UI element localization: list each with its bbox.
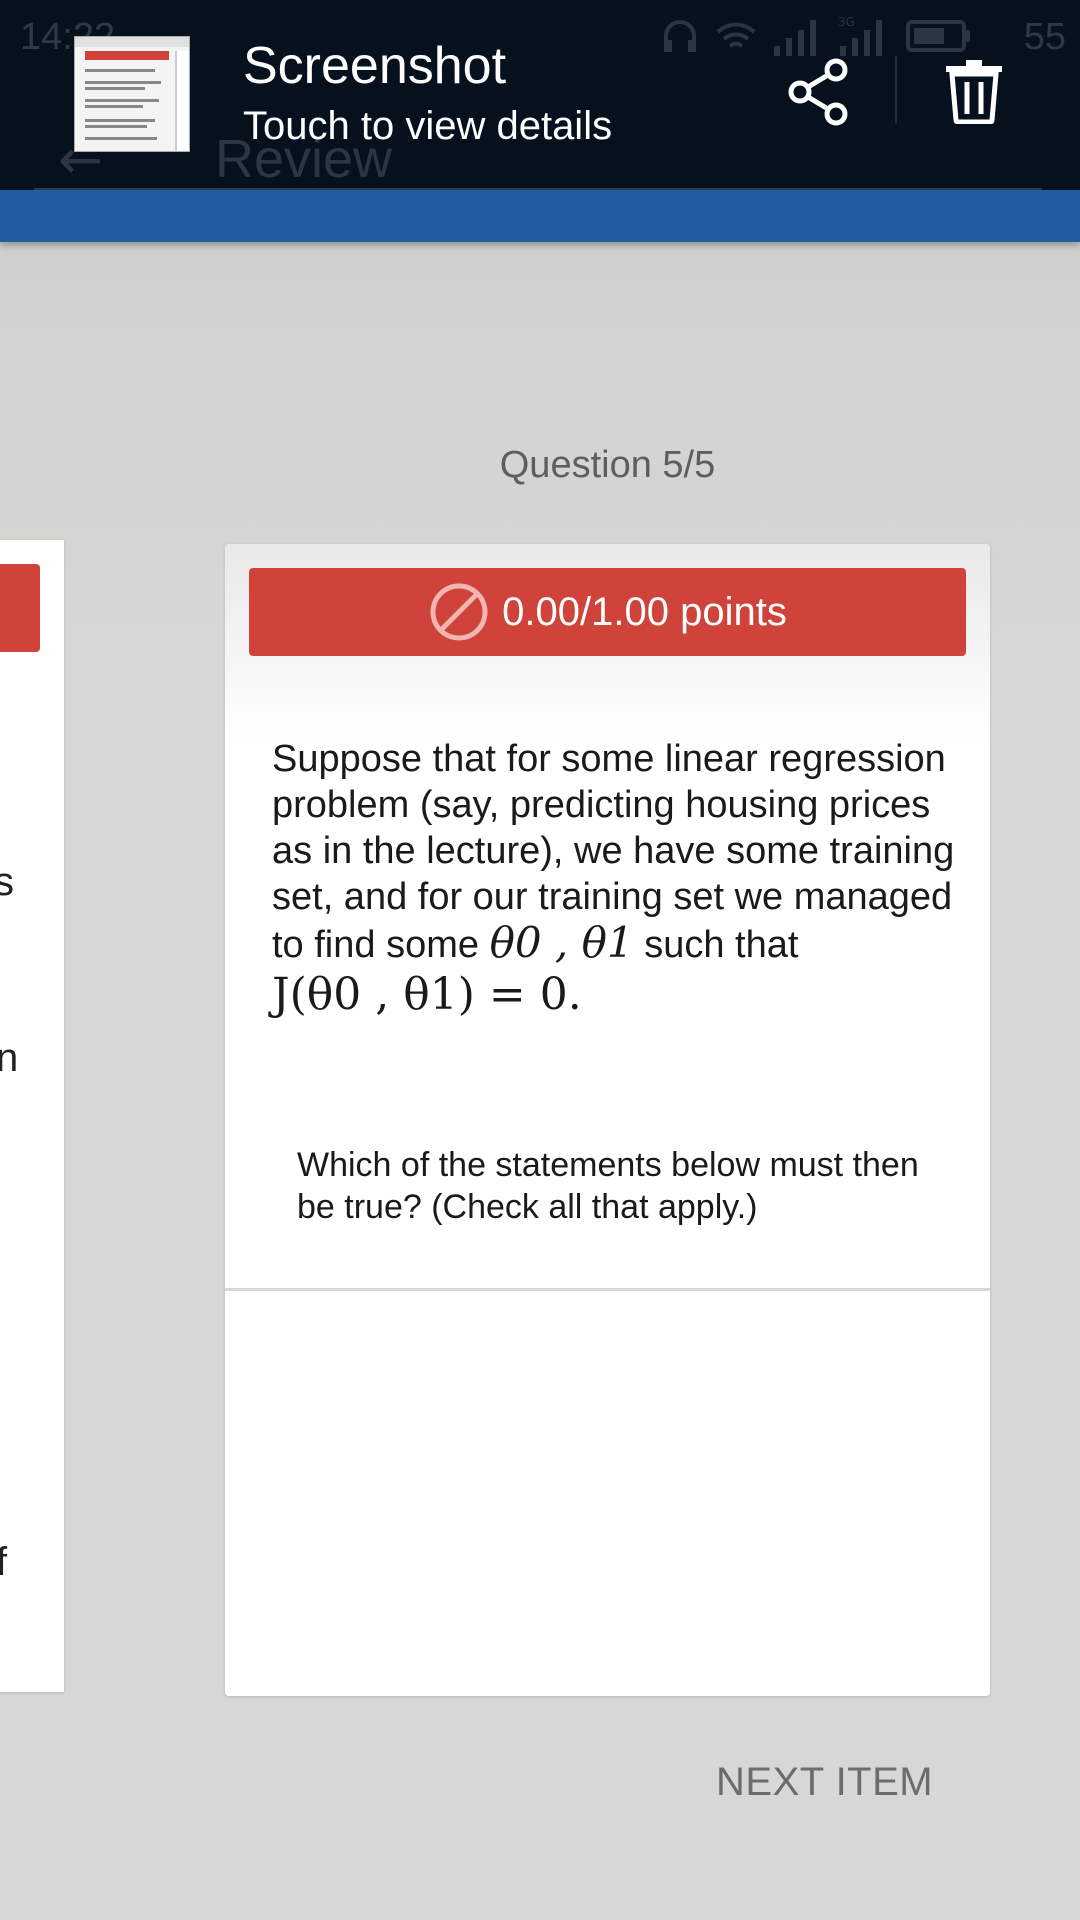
app-bar <box>0 190 1080 242</box>
headset-icon <box>664 20 696 52</box>
previous-question-card[interactable] <box>0 540 64 1692</box>
question-text: Suppose that for some linear regression … <box>272 736 962 1018</box>
previous-score-bar <box>0 564 40 652</box>
peek-text: s <box>0 860 14 904</box>
no-entry-icon <box>430 583 488 641</box>
signal-icon <box>774 20 816 56</box>
question-prompt: Which of the statements below must then … <box>297 1146 919 1226</box>
app-bar-divider <box>34 188 1042 190</box>
score-text: 0.00/1.00 points <box>502 589 787 634</box>
notification-subtitle: Touch to view details <box>243 104 613 148</box>
peek-text: f <box>0 1540 8 1584</box>
wifi-icon <box>716 22 756 48</box>
screenshot-thumbnail[interactable] <box>74 36 190 152</box>
card-divider <box>225 1288 990 1291</box>
question-suffix: such that <box>644 924 799 966</box>
question-math-params: θ0 , θ1 <box>489 918 634 967</box>
signal-3g-icon: 3G <box>838 15 882 56</box>
question-counter: Question 5/5 <box>499 444 716 486</box>
trash-icon[interactable] <box>944 58 1004 124</box>
battery-percent: 55 <box>1023 16 1066 58</box>
question-equation: J(θ0 , θ1) = 0. <box>272 969 582 1020</box>
next-item-button[interactable]: NEXT ITEM <box>716 1760 933 1805</box>
question-card: 0.00/1.00 points Suppose that for some l… <box>225 544 990 1696</box>
screen: 14:22 3G 55 ← Review Screenshot Touch to… <box>0 0 1080 1920</box>
screenshot-notification[interactable]: 14:22 3G 55 ← Review Screenshot Touch to… <box>0 0 1080 191</box>
status-icons: 3G <box>660 14 990 58</box>
notification-divider <box>895 56 897 124</box>
notification-title: Screenshot <box>243 37 507 95</box>
peek-text: n <box>0 1036 19 1080</box>
share-icon[interactable] <box>788 58 850 126</box>
score-badge: 0.00/1.00 points <box>249 568 966 656</box>
battery-icon <box>906 20 970 52</box>
network-label: 3G <box>838 15 855 29</box>
